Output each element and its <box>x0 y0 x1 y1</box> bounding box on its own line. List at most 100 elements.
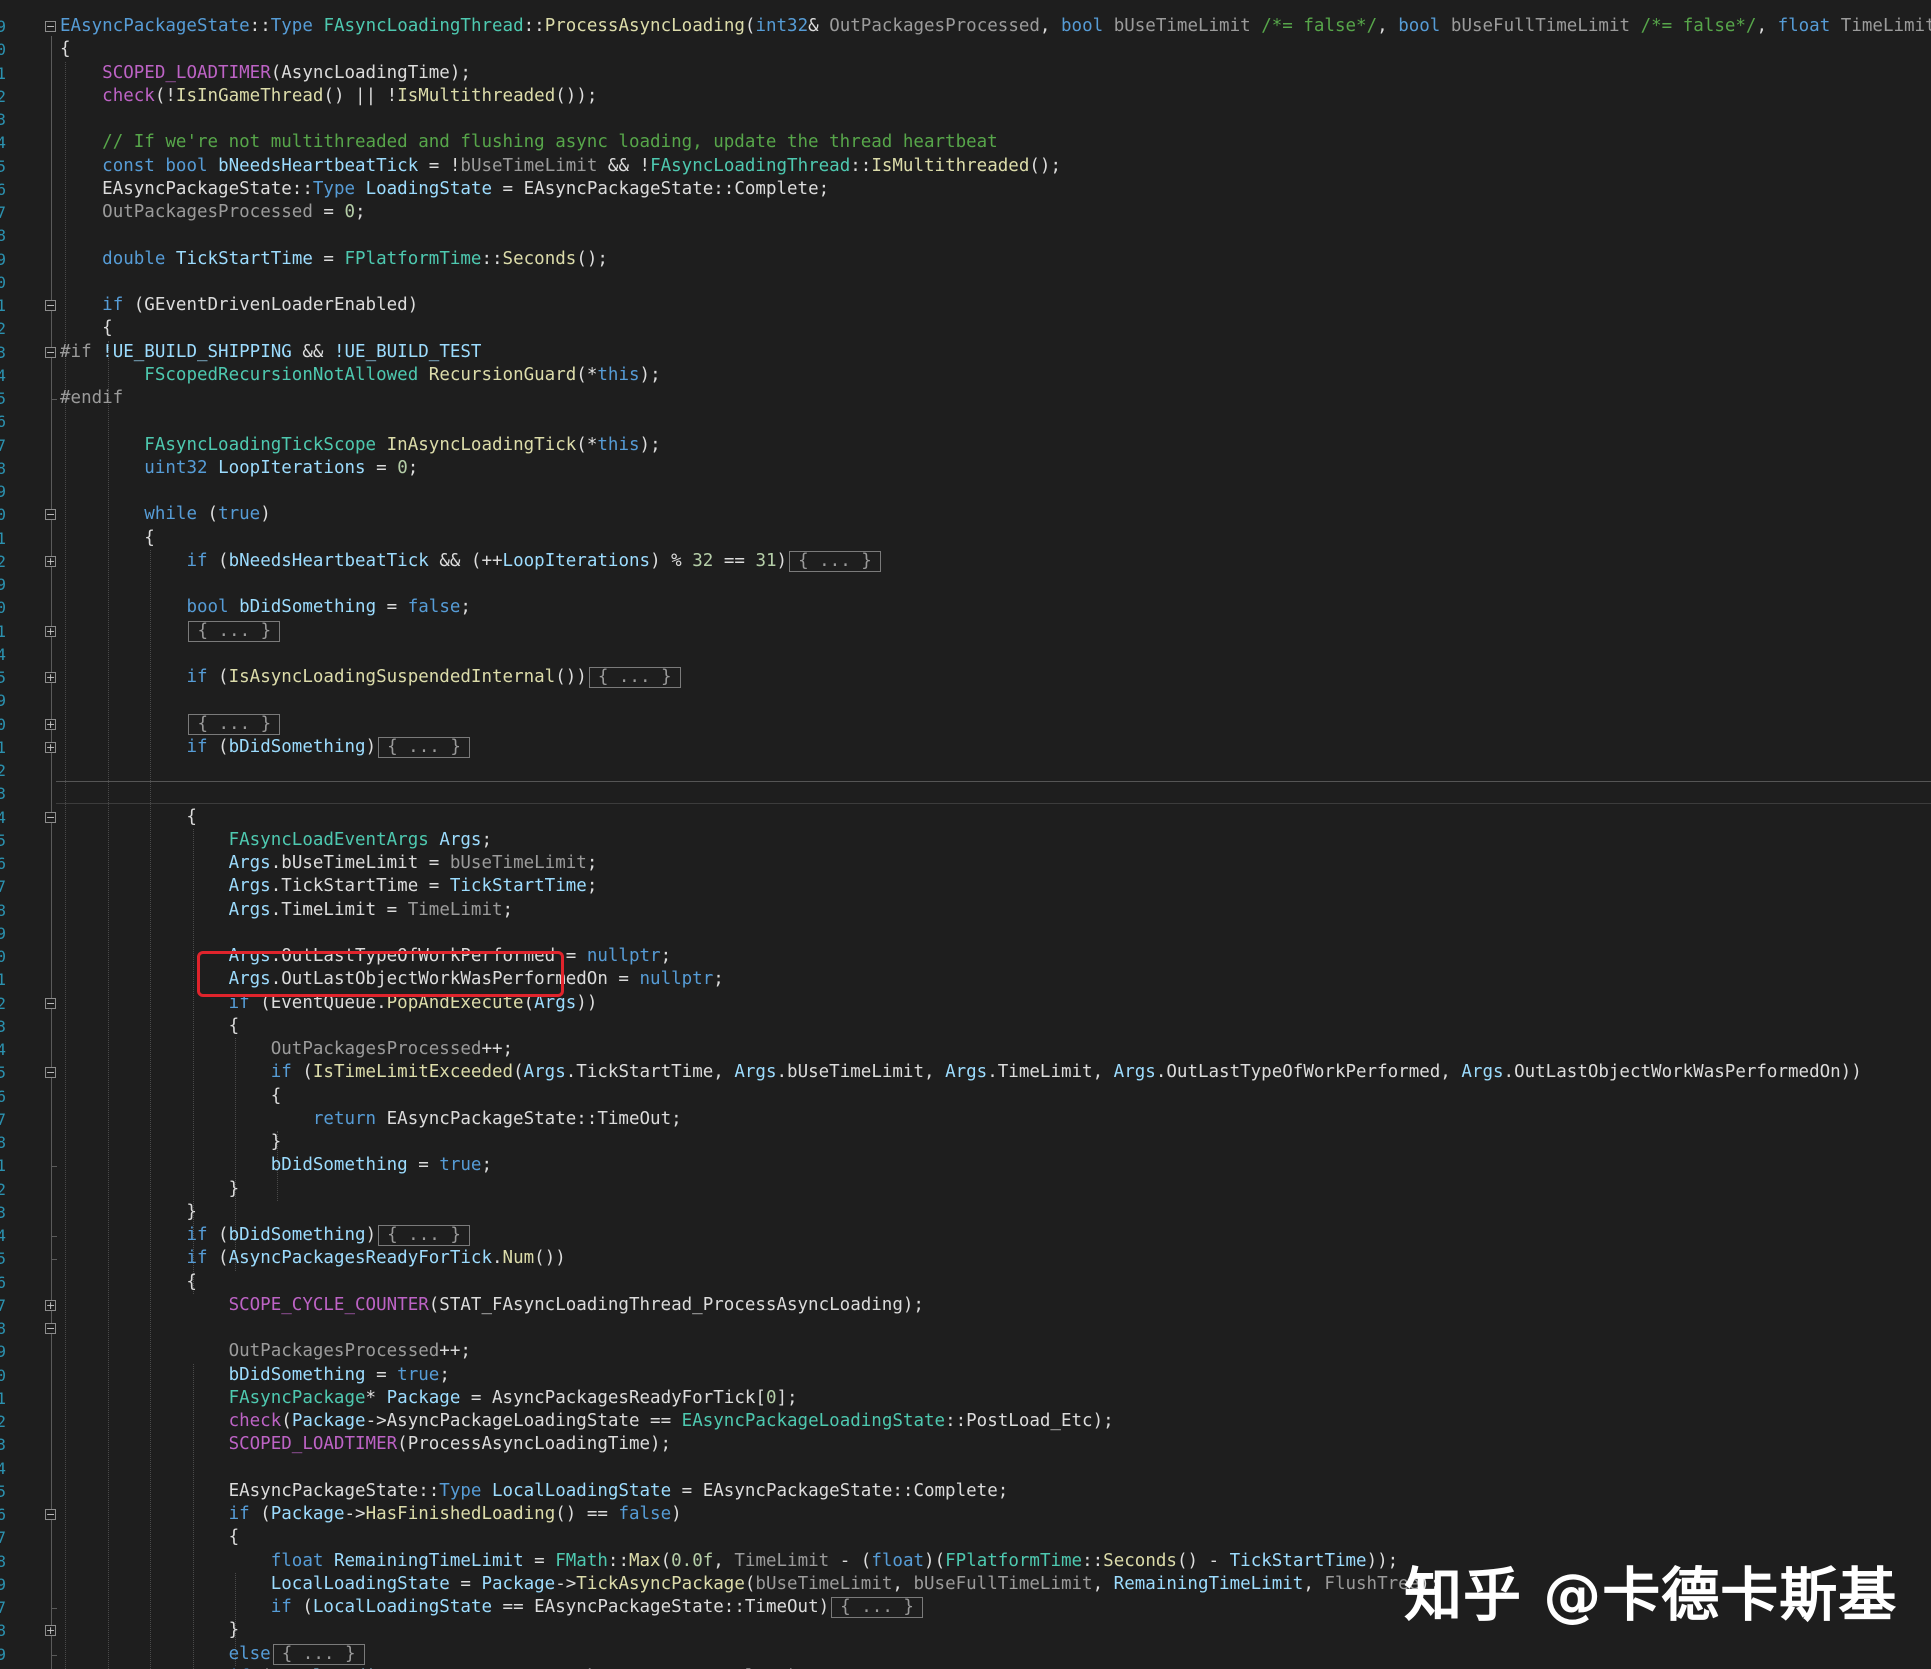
expand-icon[interactable]: + <box>45 718 56 730</box>
code-line[interactable]: LocalLoadingState = Package->TickAsyncPa… <box>60 1573 1441 1596</box>
code-line[interactable]: Args.bUseTimeLimit = bUseTimeLimit; <box>60 852 598 875</box>
expand-icon[interactable]: + <box>45 741 56 753</box>
code-line[interactable]: FAsyncPackage* Package = AsyncPackagesRe… <box>60 1387 798 1410</box>
code-line[interactable]: OutPackagesProcessed++; <box>60 1340 471 1363</box>
code-line[interactable]: FAsyncLoadEventArgs Args; <box>60 829 492 852</box>
code-line[interactable]: if (IsAsyncLoadingSuspendedInternal()){ … <box>60 666 681 689</box>
collapse-icon[interactable]: − <box>45 21 56 32</box>
code-line[interactable]: else{ ... } <box>60 1643 365 1666</box>
collapse-icon[interactable]: − <box>45 1067 56 1079</box>
code-token: ); <box>639 434 661 455</box>
code-line[interactable]: if (AsyncPackagesReadyForTick.Num()) <box>60 1247 565 1270</box>
code-line[interactable]: SCOPED_LOADTIMER(ProcessAsyncLoadingTime… <box>60 1433 672 1456</box>
code-token: Package <box>270 1504 345 1524</box>
code-line[interactable]: if (GEventDrivenLoaderEnabled) <box>60 294 418 317</box>
code-line[interactable]: check(Package->AsyncPackageLoadingState … <box>60 1410 1114 1433</box>
code-line[interactable]: bDidSomething = true; <box>60 1154 492 1177</box>
code-token: ; <box>481 1155 492 1176</box>
code-line[interactable]: bDidSomething = true; <box>60 1364 450 1387</box>
code-token: && (++ <box>428 550 503 571</box>
code-line[interactable]: #endif <box>60 387 123 410</box>
code-token: ( <box>291 1597 313 1617</box>
collapsed-region-button[interactable]: { ... } <box>188 713 281 735</box>
code-line[interactable]: { <box>60 1085 282 1108</box>
collapse-icon[interactable]: − <box>45 509 56 521</box>
code-line[interactable]: FAsyncLoadingTickScope InAsyncLoadingTic… <box>60 434 661 457</box>
code-line[interactable]: { <box>60 1526 240 1549</box>
code-token: !UE_BUILD_SHIPPING <box>102 341 292 362</box>
code-line[interactable]: EAsyncPackageState::Type LoadingState = … <box>60 178 829 201</box>
expand-icon[interactable]: + <box>45 555 56 567</box>
collapse-icon[interactable]: − <box>45 300 56 311</box>
code-line[interactable]: EAsyncPackageState::Type LocalLoadingSta… <box>60 1480 1009 1503</box>
code-line[interactable]: while (true) <box>60 503 270 526</box>
code-line[interactable]: bool bDidSomething = false; <box>60 596 471 619</box>
code-line[interactable]: check(!IsInGameThread() || !IsMultithrea… <box>60 85 597 108</box>
code-token: ; <box>502 899 514 920</box>
collapsed-region-button[interactable]: { ... } <box>188 620 281 642</box>
collapse-icon[interactable]: − <box>45 346 56 358</box>
code-line[interactable]: #if !UE_BUILD_SHIPPING && !UE_BUILD_TEST <box>60 341 481 364</box>
code-line[interactable]: SCOPE_CYCLE_COUNTER(STAT_FAsyncLoadingTh… <box>60 1294 924 1317</box>
code-token: ->AsyncPackageLoadingState == <box>365 1411 682 1431</box>
code-line[interactable]: SCOPED_LOADTIMER(AsyncLoadingTime); <box>60 62 471 85</box>
code-line[interactable]: FScopedRecursionNotAllowed RecursionGuar… <box>60 364 660 387</box>
code-line[interactable]: { <box>60 1015 240 1038</box>
collapse-icon[interactable]: − <box>45 1323 56 1334</box>
collapsed-region-button[interactable]: { ... } <box>272 1643 365 1665</box>
collapsed-region-button[interactable]: { ... } <box>831 1597 923 1618</box>
code-line[interactable]: { <box>60 806 197 829</box>
collapse-icon[interactable]: − <box>45 811 56 823</box>
code-line[interactable]: { ... } <box>60 713 281 736</box>
code-line[interactable]: EAsyncPackageState::Type FAsyncLoadingTh… <box>60 15 1931 38</box>
code-line[interactable]: float RemainingTimeLimit = FMath::Max(0.… <box>60 1550 1398 1573</box>
code-line[interactable]: return EAsyncPackageState::TimeOut; <box>60 1108 682 1131</box>
code-line[interactable]: OutPackagesProcessed = 0; <box>60 201 365 224</box>
code-line[interactable]: double TickStartTime = FPlatformTime::Se… <box>60 248 608 271</box>
code-line[interactable]: uint32 LoopIterations = 0; <box>60 457 418 480</box>
collapsed-region-button[interactable]: { ... } <box>588 667 681 688</box>
code-line[interactable]: const bool bNeedsHeartbeatTick = !bUseTi… <box>60 155 1061 178</box>
code-line[interactable]: if (bDidSomething){ ... } <box>60 736 470 759</box>
expand-icon[interactable]: + <box>45 1299 56 1311</box>
code-line[interactable]: } <box>60 1178 240 1201</box>
code-editor[interactable]: 9 0 1 2 3 4 5 6 7 8 9 0 1 2 3 4 5 6 7 8 9 0 1 2 9 0 1 4 5 9 0 1 2 3 4 5 6 7 8 9… <box>0 0 1931 1669</box>
collapsed-region-button[interactable]: { ... } <box>378 736 470 758</box>
code-line[interactable]: { <box>60 38 71 61</box>
code-line[interactable]: { <box>60 317 113 340</box>
code-line[interactable]: { <box>60 1271 197 1294</box>
code-line[interactable]: { <box>60 527 155 550</box>
code-token: bDidSomething <box>239 597 377 618</box>
code-token: )) <box>576 992 598 1013</box>
code-line[interactable]: Args.TimeLimit = TimeLimit; <box>60 899 514 922</box>
collapsed-region-button[interactable]: { ... } <box>378 1225 470 1246</box>
code-line[interactable]: if (LocalLoadingState == EAsyncPackageSt… <box>60 1596 923 1619</box>
code-line[interactable]: OutPackagesProcessed++; <box>60 1038 513 1061</box>
code-line[interactable]: // If we're not multithreaded and flushi… <box>60 131 998 154</box>
code-line[interactable]: } <box>60 1619 240 1642</box>
collapse-icon[interactable]: − <box>45 1509 56 1520</box>
code-token: = <box>523 1550 556 1571</box>
code-line[interactable]: if (IsTimeLimitExceeded(Args.TickStartTi… <box>60 1061 1862 1084</box>
code-line[interactable]: } <box>60 1201 197 1224</box>
expand-icon[interactable]: + <box>45 1625 56 1637</box>
expand-icon[interactable]: + <box>45 672 56 683</box>
code-line[interactable]: { ... } <box>60 620 281 643</box>
collapse-icon[interactable]: − <box>45 997 56 1009</box>
code-token: .TickStartTime, <box>565 1062 735 1083</box>
code-line[interactable]: } <box>60 1131 282 1154</box>
expand-icon[interactable]: + <box>45 625 56 637</box>
code-token: TickStartTime <box>1229 1550 1367 1571</box>
code-line[interactable]: Args.TickStartTime = TickStartTime; <box>60 875 598 898</box>
collapsed-region-button[interactable]: { ... } <box>789 550 881 572</box>
code-line[interactable]: if (Package->HasFinishedLoading() == fal… <box>60 1503 682 1526</box>
code-token: (); <box>576 248 608 269</box>
code-line[interactable]: if (bDidSomething){ ... } <box>60 1224 470 1247</box>
code-line[interactable]: if (bNeedsHeartbeatTick && (++LoopIterat… <box>60 550 881 573</box>
code-token: FAsyncLoadingThread <box>323 16 524 36</box>
